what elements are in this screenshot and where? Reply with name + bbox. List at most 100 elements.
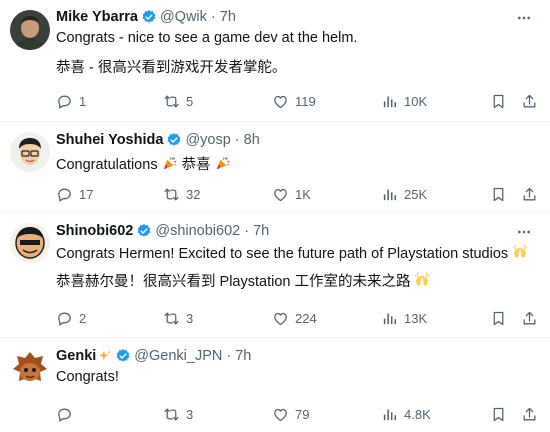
like-button[interactable]: 119 [272, 91, 316, 111]
raising-hands-emoji [512, 244, 528, 260]
repost-icon [163, 186, 180, 203]
more-icon[interactable] [514, 10, 534, 26]
views-button[interactable]: 25K [381, 184, 427, 204]
handle[interactable]: @shinobi602 [155, 223, 240, 239]
reply-button[interactable]: 17 [56, 184, 93, 204]
views-icon [381, 406, 398, 423]
tweet-header: Shinobi602 @shinobi602 · 7h [56, 222, 269, 240]
share-icon [521, 310, 538, 327]
handle[interactable]: @yosp [185, 132, 230, 148]
bookmark-icon [490, 186, 507, 203]
repost-icon [163, 310, 180, 327]
tweet-text-line: Congrats - nice to see a game dev at the… [56, 30, 358, 46]
repost-button[interactable]: 3 [163, 308, 193, 328]
tweet-text-part: 恭喜 [181, 157, 211, 173]
bookmark-button[interactable] [490, 404, 513, 424]
party-popper-emoji [215, 155, 231, 171]
share-button[interactable] [521, 308, 544, 328]
repost-icon [163, 406, 180, 423]
like-button[interactable]: 1K [272, 184, 311, 204]
tweet-header: Mike Ybarra @Qwik · 7h [56, 8, 236, 26]
sparkles-emoji [98, 349, 112, 363]
timestamp[interactable]: 7h [220, 9, 236, 25]
reply-button[interactable] [56, 404, 79, 424]
tweet-genki[interactable]: Genki @Genki_JPN · 7h Congrats! 3 79 4.8… [0, 338, 550, 432]
bookmark-button[interactable] [490, 308, 513, 328]
repost-count: 3 [186, 310, 194, 326]
timestamp[interactable]: 8h [244, 132, 260, 148]
like-count: 119 [295, 93, 316, 109]
views-button[interactable]: 10K [381, 91, 427, 111]
display-name[interactable]: Genki [56, 348, 96, 364]
reply-icon [56, 93, 73, 110]
view-count: 4.8K [404, 406, 431, 422]
repost-count: 3 [186, 406, 194, 422]
like-button[interactable]: 224 [272, 308, 317, 328]
verified-badge-icon [136, 223, 152, 239]
share-icon [521, 93, 538, 110]
avatar[interactable] [10, 223, 50, 263]
avatar[interactable] [10, 132, 50, 172]
display-name[interactable]: Shinobi602 [56, 223, 133, 239]
reply-button[interactable]: 2 [56, 308, 86, 328]
reply-count: 1 [79, 93, 87, 109]
repost-button[interactable]: 3 [163, 404, 193, 424]
reply-icon [56, 310, 73, 327]
view-count: 13K [404, 310, 428, 326]
views-icon [381, 93, 398, 110]
repost-button[interactable]: 5 [163, 91, 193, 111]
tweet-text-line: 恭喜赫尔曼！很高兴看到 Playstation 工作室的未来之路 [56, 270, 430, 291]
avatar[interactable] [10, 10, 50, 50]
tweet-header: Genki @Genki_JPN · 7h [56, 347, 251, 365]
like-button[interactable]: 79 [272, 404, 309, 424]
separator: · [226, 348, 232, 364]
separator: · [244, 223, 250, 239]
like-icon [272, 186, 289, 203]
share-button[interactable] [521, 91, 544, 111]
tweet-text-part: 恭喜赫尔曼！很高兴看到 Playstation 工作室的未来之路 [56, 274, 411, 290]
views-button[interactable]: 4.8K [381, 404, 431, 424]
bookmark-button[interactable] [490, 91, 513, 111]
tweet-text-part: Congrats Hermen! Excited to see the futu… [56, 246, 509, 262]
party-popper-emoji [162, 155, 178, 171]
like-count: 79 [295, 406, 310, 422]
tweet-shuhei-yoshida[interactable]: Shuhei Yoshida @yosp · 8h Congratulation… [0, 122, 550, 213]
tweet-shinobi602[interactable]: Shinobi602 @shinobi602 · 7h Congrats Her… [0, 213, 550, 338]
share-button[interactable] [521, 404, 544, 424]
separator: · [210, 9, 216, 25]
tweet-text-part: Congratulations [56, 157, 158, 173]
like-count: 224 [295, 310, 317, 326]
tweet-text-line: Congrats Hermen! Excited to see the futu… [56, 244, 528, 262]
verified-badge-icon [166, 132, 182, 148]
tweet-mike-ybarra[interactable]: Mike Ybarra @Qwik · 7h Congrats - nice t… [0, 0, 550, 122]
reply-icon [56, 406, 73, 423]
more-icon[interactable] [514, 224, 534, 240]
display-name[interactable]: Shuhei Yoshida [56, 132, 163, 148]
reply-count: 2 [79, 310, 87, 326]
action-bar: 2 3 224 13K [56, 308, 520, 328]
views-icon [381, 186, 398, 203]
share-button[interactable] [521, 184, 544, 204]
repost-count: 5 [186, 93, 194, 109]
share-icon [521, 186, 538, 203]
like-icon [272, 406, 289, 423]
display-name[interactable]: Mike Ybarra [56, 9, 138, 25]
tweet-header: Shuhei Yoshida @yosp · 8h [56, 131, 260, 149]
reply-button[interactable]: 1 [56, 91, 86, 111]
reply-count: 17 [79, 186, 94, 202]
verified-badge-icon [141, 9, 157, 25]
tweet-text: Congratulations 恭喜 [56, 153, 231, 174]
views-icon [381, 310, 398, 327]
bookmark-button[interactable] [490, 184, 513, 204]
handle[interactable]: @Qwik [160, 9, 207, 25]
timestamp[interactable]: 7h [253, 223, 269, 239]
views-button[interactable]: 13K [381, 308, 427, 328]
reply-icon [56, 186, 73, 203]
handle[interactable]: @Genki_JPN [134, 348, 222, 364]
action-bar: 17 32 1K 25K [56, 184, 520, 204]
share-icon [521, 406, 538, 423]
timestamp[interactable]: 7h [235, 348, 251, 364]
repost-button[interactable]: 32 [163, 184, 200, 204]
view-count: 10K [404, 93, 428, 109]
avatar[interactable] [10, 348, 50, 388]
